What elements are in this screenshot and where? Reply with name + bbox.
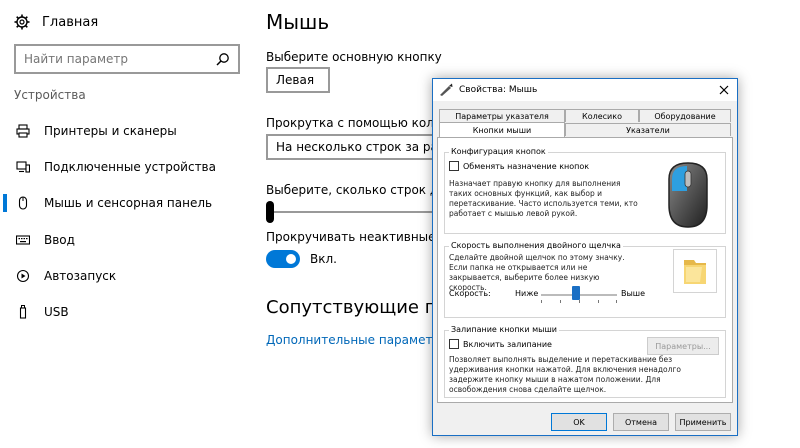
search-icon[interactable]	[216, 52, 230, 66]
click-lock-group: Залипание кнопки мыши Включить залипание…	[444, 325, 726, 398]
sidebar-item-label: Автозапуск	[44, 269, 117, 283]
group-title: Залипание кнопки мыши	[449, 325, 560, 334]
lines-slider-thumb[interactable]	[266, 201, 274, 223]
devices-section-title: Устройства	[14, 88, 86, 102]
sidebar-item-mouse[interactable]: Мышь и сенсорная панель	[0, 188, 254, 218]
sidebar-item-printers[interactable]: Принтеры и сканеры	[0, 116, 254, 146]
sidebar-item-label: USB	[44, 305, 69, 319]
search-box[interactable]	[14, 44, 240, 74]
sidebar-item-autoplay[interactable]: Автозапуск	[0, 261, 254, 291]
sidebar-item-label: Подключенные устройства	[44, 160, 216, 174]
click-lock-description: Позволяет выполнять выделение и перетаск…	[449, 355, 681, 394]
dialog-titlebar[interactable]: Свойства: Мышь	[433, 79, 737, 101]
double-click-speed-thumb[interactable]	[572, 286, 580, 300]
checkbox-label: Обменять назначение кнопок	[463, 161, 590, 171]
keyboard-icon	[16, 233, 30, 247]
close-icon[interactable]	[717, 83, 731, 97]
usb-icon	[16, 305, 30, 319]
speed-fast-label: Выше	[621, 289, 646, 298]
tab-wheel[interactable]: Колесико	[565, 109, 639, 122]
sidebar-item-label: Принтеры и сканеры	[44, 124, 177, 138]
dropdown-value: Левая	[276, 73, 315, 87]
search-input[interactable]	[24, 52, 216, 66]
dropdown-value: На несколько строк за раз	[276, 140, 445, 154]
dialog-tabs: Параметры указателя Колесико Оборудовани…	[437, 109, 733, 137]
apply-button[interactable]: Применить	[675, 413, 731, 431]
mouse-icon	[16, 196, 30, 210]
swap-buttons-checkbox[interactable]: Обменять назначение кнопок	[449, 161, 589, 171]
mouse-illustration-icon	[668, 162, 708, 228]
mouse-properties-dialog: Свойства: Мышь Параметры указателя Колес…	[432, 78, 738, 436]
swap-buttons-description: Назначает правую кнопку для выполнения т…	[449, 179, 638, 218]
test-folder-area[interactable]	[673, 249, 717, 293]
checkbox-label: Включить залипание	[463, 339, 552, 349]
lines-slider-track[interactable]	[266, 211, 446, 213]
tab-pointer-options[interactable]: Параметры указателя	[439, 109, 565, 122]
sidebar-item-label: Мышь и сенсорная панель	[44, 196, 213, 210]
settings-sidebar: Главная Устройства Принтеры и сканеры По…	[0, 0, 254, 448]
mouse-pointer-icon	[440, 83, 453, 96]
tab-hardware[interactable]: Оборудование	[639, 109, 731, 122]
group-title: Скорость выполнения двойного щелчка	[449, 241, 623, 250]
tab-buttons[interactable]: Кнопки мыши	[439, 122, 565, 137]
slider-tick	[541, 300, 542, 303]
dialog-title: Свойства: Мышь	[459, 85, 538, 95]
sidebar-item-label: Ввод	[44, 233, 75, 247]
group-title: Конфигурация кнопок	[449, 147, 548, 156]
cancel-button[interactable]: Отмена	[613, 413, 669, 431]
slider-tick	[598, 300, 599, 303]
sidebar-item-usb[interactable]: USB	[0, 297, 254, 327]
sidebar-item-typing[interactable]: Ввод	[0, 225, 254, 255]
buttons-tab-panel: Конфигурация кнопок Обменять назначение …	[437, 137, 733, 403]
printer-icon	[16, 124, 30, 138]
checkbox-box[interactable]	[449, 339, 459, 349]
inactive-scroll-toggle[interactable]	[266, 250, 300, 268]
double-click-group: Скорость выполнения двойного щелчка Сдел…	[444, 241, 726, 318]
autoplay-icon	[16, 269, 30, 283]
click-lock-checkbox[interactable]: Включить залипание	[449, 339, 552, 349]
home-nav-item[interactable]: Главная	[14, 10, 98, 34]
ok-button[interactable]: OK	[551, 413, 607, 431]
home-label: Главная	[42, 14, 99, 30]
click-lock-settings-button[interactable]: Параметры...	[647, 337, 719, 355]
page-title: Мышь	[266, 10, 330, 34]
primary-button-dropdown[interactable]: Левая	[266, 67, 330, 93]
slider-tick	[616, 300, 617, 303]
gear-icon	[14, 14, 30, 30]
devices-icon	[16, 160, 30, 174]
button-config-group: Конфигурация кнопок Обменять назначение …	[444, 147, 726, 234]
double-click-description: Сделайте двойной щелчок по этому значку.…	[449, 253, 625, 292]
checkbox-box[interactable]	[449, 161, 459, 171]
slider-tick	[560, 300, 561, 303]
primary-button-label: Выберите основную кнопку	[266, 50, 442, 64]
sidebar-item-connected-devices[interactable]: Подключенные устройства	[0, 152, 254, 182]
speed-slow-label: Ниже	[515, 289, 539, 298]
folder-icon[interactable]	[674, 250, 716, 292]
speed-label: Скорость:	[449, 289, 491, 298]
tab-pointers[interactable]: Указатели	[565, 123, 731, 136]
toggle-state-label: Вкл.	[310, 252, 337, 266]
slider-tick	[579, 300, 580, 303]
